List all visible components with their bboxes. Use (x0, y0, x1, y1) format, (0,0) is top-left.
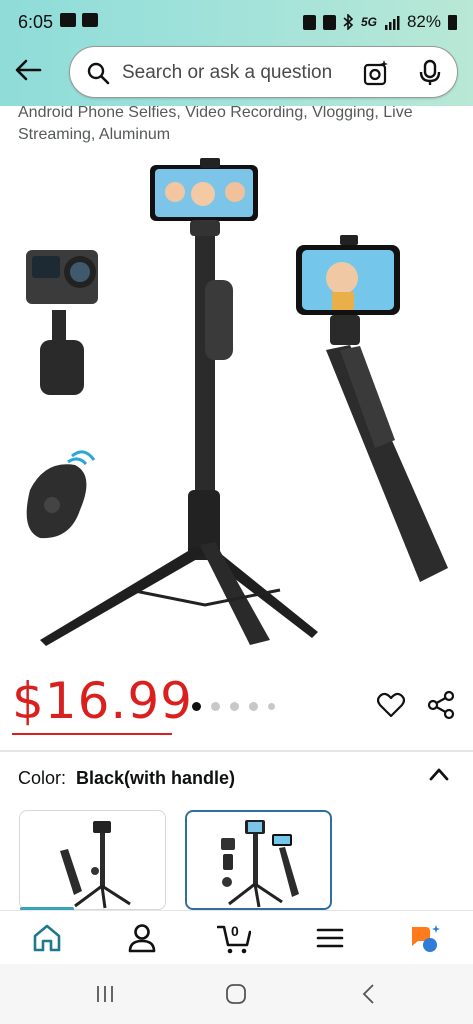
camera-search-icon[interactable] (362, 59, 390, 87)
color-option-swatch-selected[interactable] (185, 810, 332, 910)
image-icon (60, 13, 76, 27)
color-option-swatch[interactable] (19, 810, 166, 910)
status-right: 5G 82% (302, 12, 457, 32)
account-icon[interactable] (125, 921, 159, 955)
home-icon[interactable] (30, 921, 64, 955)
image-carousel-dots[interactable] (192, 702, 275, 711)
signal-icon (384, 15, 400, 30)
swatch-thumbnail (221, 820, 299, 908)
battery-icon (448, 14, 457, 30)
color-value: Black(with handle) (76, 768, 236, 788)
microphone-icon[interactable] (416, 59, 444, 87)
app-header: 6:05 5G 82% (0, 0, 473, 106)
rufus-ai-icon[interactable] (408, 921, 442, 955)
bottom-nav: 0 (0, 910, 473, 964)
swatch-thumbnail (60, 821, 131, 909)
nfc-icon (322, 14, 336, 30)
network-type: 5G (360, 15, 377, 29)
battery-percent: 82% (406, 12, 441, 31)
system-back-icon[interactable] (360, 982, 376, 1006)
carousel-dot[interactable] (249, 702, 258, 711)
carousel-dot[interactable] (211, 702, 220, 711)
bluetooth-icon (343, 14, 354, 30)
color-selector-header[interactable]: Color: Black(with handle) (18, 768, 235, 789)
back-arrow-icon[interactable] (14, 58, 42, 82)
product-title: Android Phone Selfies, Video Recording, … (18, 106, 413, 143)
mail-icon (82, 13, 98, 27)
menu-icon[interactable] (313, 921, 347, 955)
status-time: 6:05 (18, 12, 54, 32)
chevron-up-icon[interactable] (428, 766, 450, 782)
price-underline (12, 733, 172, 735)
section-divider (0, 750, 473, 752)
recent-apps-icon[interactable] (94, 984, 116, 1004)
color-label: Color: (18, 768, 67, 788)
share-icon[interactable] (426, 690, 456, 720)
status-left-icons (60, 13, 98, 27)
product-price: $16.99 (12, 672, 193, 730)
carousel-dot[interactable] (192, 702, 201, 711)
search-icon (87, 62, 110, 85)
cart-count: 0 (231, 923, 239, 939)
lock-icon (302, 14, 316, 30)
system-nav-bar (0, 964, 473, 1024)
cart-button[interactable]: 0 (216, 921, 252, 955)
product-image[interactable] (0, 150, 473, 660)
search-input[interactable] (122, 59, 352, 87)
search-bar[interactable] (69, 46, 458, 98)
system-home-icon[interactable] (225, 983, 247, 1005)
status-bar: 6:05 5G 82% (0, 0, 473, 44)
carousel-dot[interactable] (268, 703, 275, 710)
carousel-dot[interactable] (230, 702, 239, 711)
heart-icon[interactable] (377, 692, 405, 718)
product-title-clip: Android Phone Selfies, Video Recording, … (0, 106, 473, 148)
